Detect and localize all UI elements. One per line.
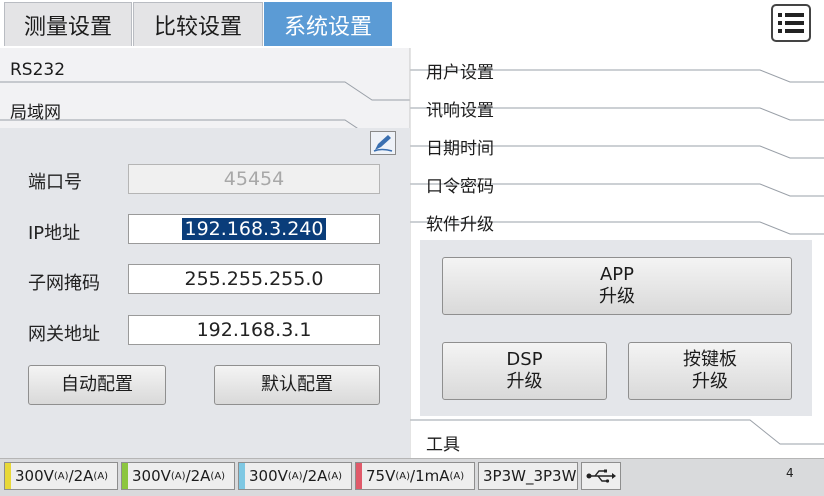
ch2-voltage: 300V [132,467,171,485]
channel-4-color [356,463,362,489]
keypad-upgrade-line2: 升级 [692,371,728,392]
tab-measurement-settings[interactable]: 测量设置 [4,2,132,46]
ch4-current-unit: (A) [449,470,465,482]
auto-config-button[interactable]: 自动配置 [28,365,166,405]
port-label: 端口号 [28,172,82,193]
ch3-current-unit: (A) [327,470,343,482]
subnet-mask-field[interactable]: 255.255.255.0 [128,264,380,294]
ip-label: IP地址 [28,223,81,244]
section-rs232[interactable]: RS232 [0,52,410,90]
gateway-field[interactable]: 192.168.3.1 [128,315,380,345]
dsp-upgrade-button[interactable]: DSP 升级 [442,342,607,400]
menu-item-beep-settings[interactable]: 讯响设置 [416,87,816,125]
wiring-mode-label: 3P3W_3P3W [483,467,577,485]
dsp-upgrade-line1: DSP [506,349,543,370]
usb-status [581,462,621,490]
page-number: 4 [786,466,794,480]
ip-address-field[interactable]: 192.168.3.240 [128,214,380,244]
app-upgrade-line1: APP [599,264,635,285]
channel-1-range[interactable]: 300V (A)/2A (A) [4,462,118,490]
channel-2-range[interactable]: 300V (A)/2A (A) [121,462,235,490]
port-field: 45454 [128,164,380,194]
ch3-voltage: 300V [249,467,288,485]
default-config-button[interactable]: 默认配置 [214,365,380,405]
edit-icon[interactable] [370,131,396,155]
menu-item-date-time[interactable]: 日期时间 [416,125,816,163]
ch4-current: /1mA [410,467,450,485]
ch4-voltage-unit: (A) [395,470,411,482]
channel-3-range[interactable]: 300V (A)/2A (A) [238,462,352,490]
channel-4-range[interactable]: 75V (A)/1mA (A) [355,462,475,490]
keypad-upgrade-button[interactable]: 按键板 升级 [628,342,792,400]
app-upgrade-line2: 升级 [599,286,635,307]
usb-icon [586,469,616,483]
ip-address-value: 192.168.3.240 [182,218,326,240]
keypad-upgrade-line1: 按键板 [683,349,737,370]
ch4-voltage: 75V [366,467,396,485]
ch3-voltage-unit: (A) [287,470,303,482]
ch1-current: /2A [68,467,94,485]
channel-3-color [239,463,245,489]
ch2-current: /2A [185,467,211,485]
ch1-current-unit: (A) [93,470,109,482]
menu-item-user-settings[interactable]: 用户设置 [416,49,816,87]
section-lan[interactable]: 局域网 [0,90,410,128]
ch2-voltage-unit: (A) [170,470,186,482]
tab-compare-settings[interactable]: 比较设置 [133,2,263,46]
subnet-mask-label: 子网掩码 [28,273,100,294]
gateway-label: 网关地址 [28,324,100,345]
ch2-current-unit: (A) [210,470,226,482]
menu-item-firmware-upgrade[interactable]: 软件升级 [416,201,816,239]
app-upgrade-button[interactable]: APP 升级 [442,257,792,315]
wiring-mode[interactable]: 3P3W_3P3W [478,462,578,490]
dsp-upgrade-line2: 升级 [506,371,543,392]
menu-item-tools[interactable]: 工具 [416,421,816,459]
tab-system-settings[interactable]: 系统设置 [264,2,392,46]
ch1-voltage-unit: (A) [53,470,69,482]
channel-2-color [122,463,128,489]
menu-button[interactable] [771,4,811,42]
menu-icon [778,13,804,33]
menu-item-password[interactable]: 口令密码 [416,163,816,201]
channel-1-color [5,463,11,489]
ch3-current: /2A [302,467,328,485]
ch1-voltage: 300V [15,467,54,485]
